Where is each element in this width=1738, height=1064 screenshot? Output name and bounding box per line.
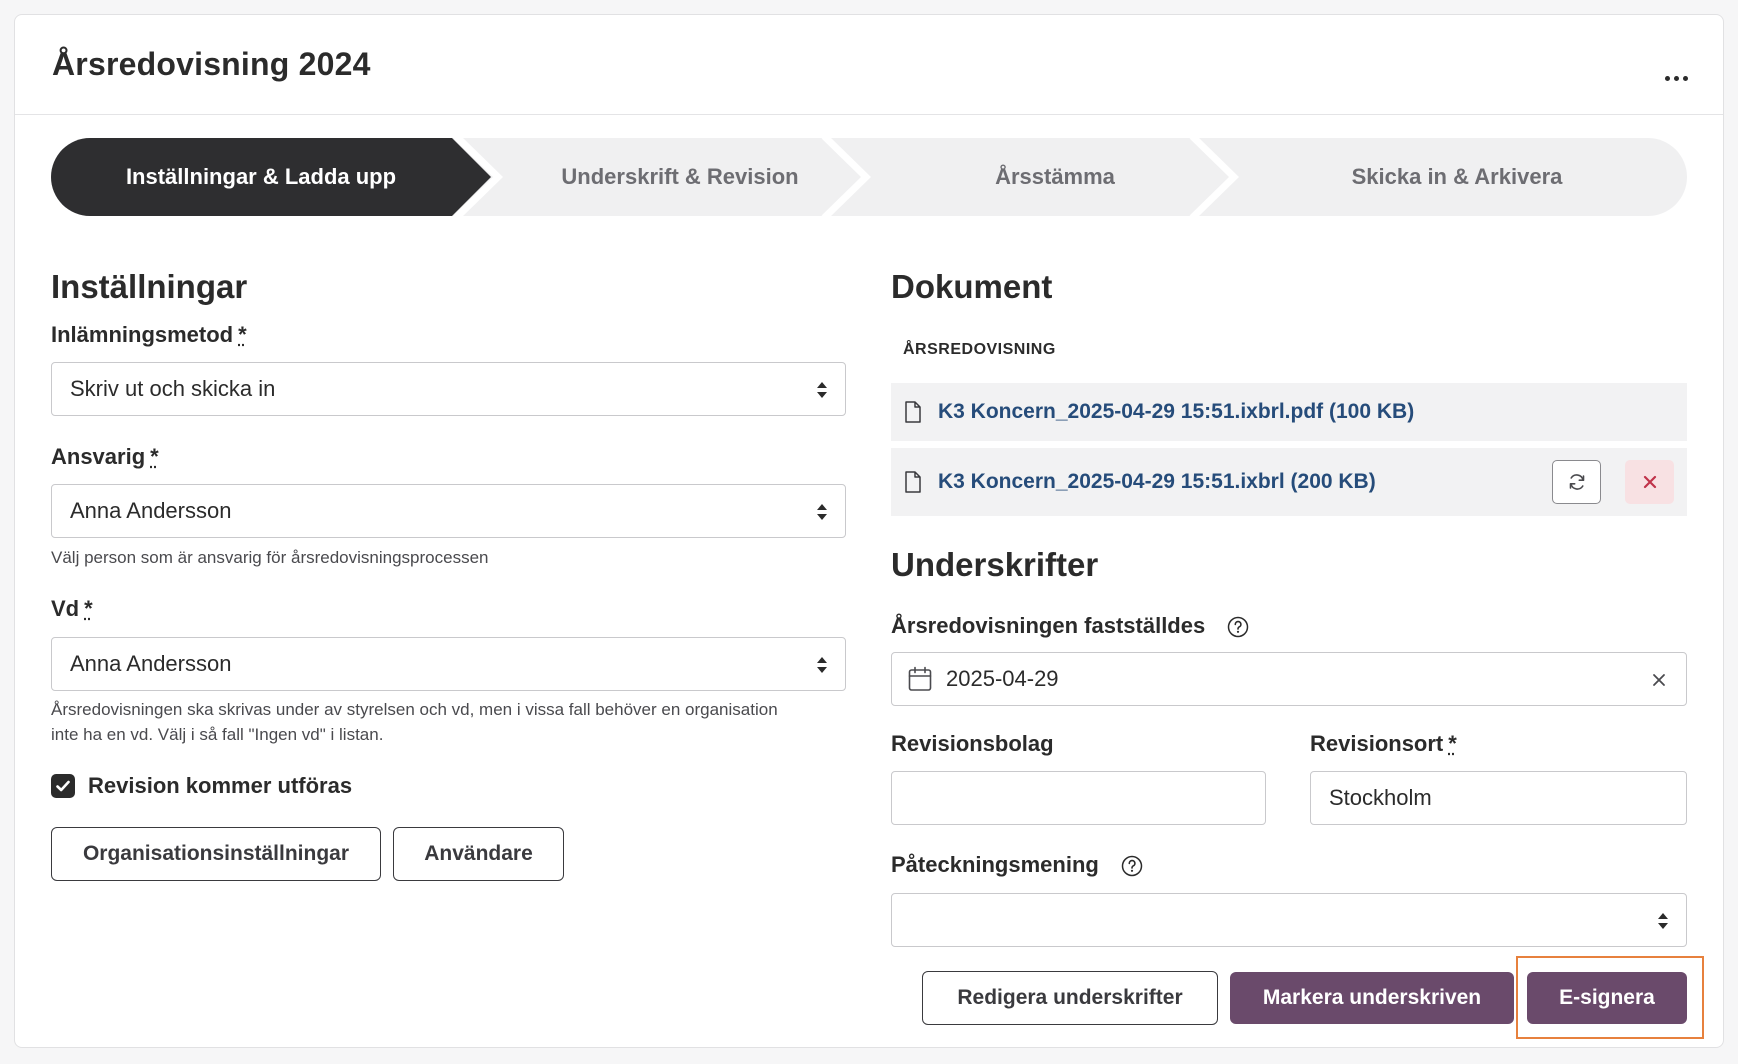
- responsible-help-text: Välj person som är ansvarig för årsredov…: [51, 548, 489, 567]
- audit-place-input[interactable]: Stockholm: [1310, 771, 1687, 825]
- revision-checkbox[interactable]: [51, 774, 75, 798]
- document-row: K3 Koncern_2025-04-29 15:51.ixbrl.pdf (1…: [891, 383, 1687, 441]
- responsible-value: Anna Andersson: [70, 498, 232, 523]
- ceo-help-text: Årsredovisningen ska skrivas under av st…: [51, 697, 778, 747]
- responsible-label-text: Ansvarig: [51, 444, 146, 469]
- document-link[interactable]: K3 Koncern_2025-04-29 15:51.ixbrl (200 K…: [938, 470, 1376, 494]
- users-button[interactable]: Användare: [393, 827, 564, 881]
- ceo-select[interactable]: Anna Andersson: [51, 637, 846, 691]
- audit-place-value: Stockholm: [1329, 785, 1432, 810]
- endorsement-select[interactable]: [891, 893, 1687, 947]
- mark-signed-button[interactable]: Markera underskriven: [1230, 972, 1514, 1024]
- required-mark: *: [1448, 731, 1457, 756]
- file-icon: [905, 401, 921, 423]
- ceo-help-line-1: Årsredovisningen ska skrivas under av st…: [51, 700, 778, 719]
- document-link[interactable]: K3 Koncern_2025-04-29 15:51.ixbrl.pdf (1…: [938, 400, 1414, 424]
- submission-method-value: Skriv ut och skicka in: [70, 376, 276, 401]
- ceo-value: Anna Andersson: [70, 651, 232, 676]
- e-sign-highlight-outline: [1516, 956, 1704, 1039]
- delete-document-button[interactable]: [1625, 460, 1674, 504]
- help-circle-icon[interactable]: [1227, 616, 1249, 638]
- audit-place-label: Revisionsort *: [1310, 731, 1457, 757]
- revision-checkbox-row: Revision kommer utföras: [51, 773, 352, 799]
- responsible-label: Ansvarig *: [51, 444, 159, 470]
- adopted-date-label-text: Årsredovisningen fastställdes: [891, 613, 1206, 638]
- calendar-icon: [908, 666, 932, 691]
- ceo-label-text: Vd: [51, 596, 80, 621]
- submission-method-label-text: Inlämningsmetod: [51, 322, 234, 347]
- step-signature-revision[interactable]: Underskrift & Revision: [491, 138, 869, 216]
- adopted-date-value: 2025-04-29: [946, 666, 1059, 691]
- checkmark-icon: [56, 780, 70, 792]
- audit-firm-label: Revisionsbolag: [891, 731, 1054, 756]
- more-horizontal-icon: [1664, 75, 1670, 81]
- audit-firm-input[interactable]: [891, 771, 1266, 825]
- required-mark: *: [238, 322, 247, 347]
- file-icon: [905, 471, 921, 493]
- step-settings-upload[interactable]: Inställningar & Ladda upp: [51, 138, 471, 216]
- annual-report-section-label: ÅRSREDOVISNING: [903, 341, 1056, 358]
- organization-settings-button[interactable]: Organisationsinställningar: [51, 827, 381, 881]
- close-icon: [1643, 475, 1656, 489]
- settings-heading: Inställningar: [51, 268, 248, 305]
- revision-checkbox-label: Revision kommer utföras: [88, 773, 353, 798]
- ceo-help-line-2: inte ha en vd. Välj i så fall "Ingen vd"…: [51, 725, 384, 744]
- required-mark: *: [150, 444, 159, 469]
- documents-heading: Dokument: [891, 268, 1053, 305]
- step-submit-archive[interactable]: Skicka in & Arkivera: [1237, 138, 1677, 216]
- select-arrows-icon: [817, 657, 827, 673]
- ceo-label: Vd *: [51, 596, 93, 622]
- process-stepper: Inställningar & Ladda upp Underskrift & …: [51, 138, 1687, 216]
- card-header: Årsredovisning 2024: [15, 15, 1723, 115]
- help-circle-icon[interactable]: [1121, 855, 1143, 877]
- responsible-select[interactable]: Anna Andersson: [51, 484, 846, 538]
- regenerate-document-button[interactable]: [1552, 460, 1601, 504]
- more-options-button[interactable]: [1653, 55, 1699, 101]
- audit-place-label-text: Revisionsort: [1310, 731, 1444, 756]
- select-arrows-icon: [1658, 913, 1668, 929]
- clear-date-icon[interactable]: [1652, 673, 1666, 687]
- select-arrows-icon: [817, 504, 827, 520]
- select-arrows-icon: [817, 382, 827, 398]
- step-annual-meeting[interactable]: Årsstämma: [869, 138, 1241, 216]
- endorsement-label: Påteckningsmening: [891, 852, 1143, 878]
- refresh-icon: [1569, 474, 1584, 490]
- adopted-date-input[interactable]: 2025-04-29: [891, 652, 1687, 706]
- submission-method-select[interactable]: Skriv ut och skicka in: [51, 362, 846, 416]
- required-mark: *: [84, 596, 93, 621]
- signatures-heading: Underskrifter: [891, 546, 1099, 583]
- edit-signatures-button[interactable]: Redigera underskrifter: [922, 971, 1218, 1025]
- adopted-date-label: Årsredovisningen fastställdes: [891, 613, 1249, 639]
- page-title: Årsredovisning 2024: [52, 46, 371, 82]
- endorsement-label-text: Påteckningsmening: [891, 852, 1099, 877]
- submission-method-label: Inlämningsmetod *: [51, 322, 247, 348]
